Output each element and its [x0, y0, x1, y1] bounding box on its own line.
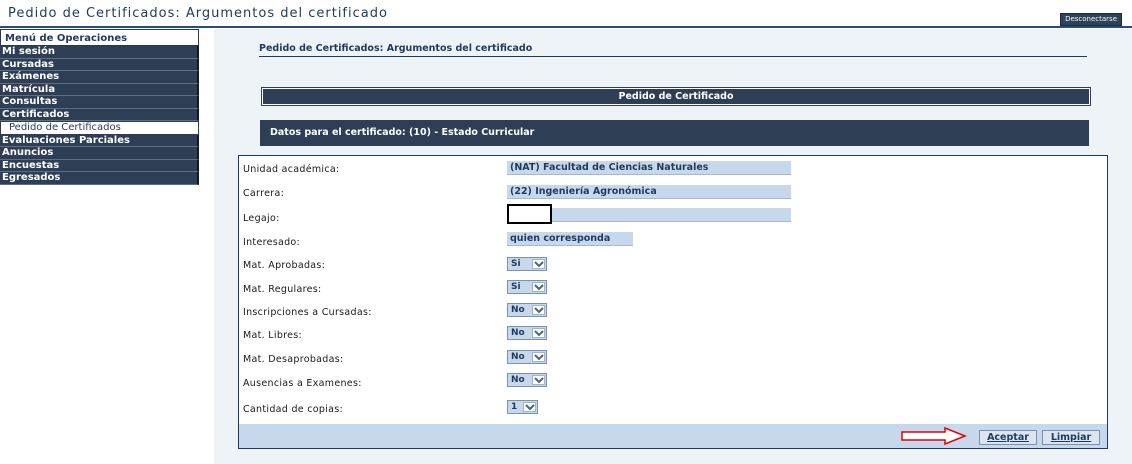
title-bar: Pedido de Certificados: Argumentos del c…	[0, 0, 1132, 28]
aprobadas-label: Mat. Aprobadas:	[243, 260, 326, 271]
chevron-down-icon	[532, 352, 545, 362]
aprobadas-select-value: Si	[511, 259, 521, 269]
form-button-bar: Aceptar Limpiar	[239, 424, 1107, 448]
interesado-value: quien corresponda	[507, 232, 633, 246]
red-arrow-icon	[901, 427, 967, 445]
title-divider	[0, 26, 1132, 28]
copias-select[interactable]: 1	[507, 400, 538, 414]
sidebar: Menú de Operaciones Mi sesión Cursadas E…	[0, 29, 199, 464]
libres-select-value: No	[511, 328, 525, 338]
desaprobadas-select[interactable]: No	[507, 350, 547, 364]
libres-select[interactable]: No	[507, 326, 547, 340]
chevron-down-icon	[523, 402, 536, 412]
sidebar-item-encuestas[interactable]: Encuestas	[0, 159, 199, 172]
desaprobadas-select-value: No	[511, 352, 525, 362]
regulares-select[interactable]: Si	[507, 280, 547, 294]
sidebar-item-pedido-de-certificados[interactable]: Pedido de Certificados	[0, 121, 199, 135]
sidebar-item-anuncios[interactable]: Anuncios	[0, 147, 199, 160]
inscripciones-label: Inscripciones a Cursadas:	[243, 307, 372, 318]
page-title: Pedido de Certificados: Argumentos del c…	[259, 43, 533, 54]
regulares-select-value: Si	[511, 282, 521, 292]
aprobadas-select[interactable]: Si	[507, 257, 547, 271]
inscripciones-select-value: No	[511, 305, 525, 315]
chevron-down-icon	[532, 375, 545, 385]
sidebar-item-matricula[interactable]: Matrícula	[0, 83, 199, 96]
inscripciones-select[interactable]: No	[507, 303, 547, 317]
logout-button[interactable]: Desconectarse	[1060, 13, 1122, 26]
ausencias-select[interactable]: No	[507, 373, 547, 387]
regulares-label: Mat. Regulares:	[243, 284, 322, 295]
chevron-down-icon	[532, 282, 545, 292]
unidad-value: (NAT) Facultad de Ciencias Naturales	[507, 161, 791, 175]
legajo-label: Legajo:	[243, 213, 280, 224]
sidebar-item-egresados[interactable]: Egresados	[0, 172, 199, 185]
accept-button[interactable]: Aceptar	[979, 430, 1037, 445]
sidebar-item-examenes[interactable]: Exámenes	[0, 71, 199, 84]
ausencias-label: Ausencias a Examenes:	[243, 378, 362, 389]
carrera-label: Carrera:	[243, 188, 285, 199]
copias-select-value: 1	[511, 402, 518, 412]
chevron-down-icon	[532, 259, 545, 269]
sidebar-item-mi-sesion[interactable]: Mi sesión	[0, 46, 199, 59]
legajo-input[interactable]	[507, 204, 552, 224]
clear-button[interactable]: Limpiar	[1042, 430, 1100, 445]
sidebar-item-cursadas[interactable]: Cursadas	[0, 58, 199, 71]
window-title: Pedido de Certificados: Argumentos del c…	[8, 6, 388, 21]
page-title-divider	[259, 56, 1087, 57]
certificate-form: Unidad académica: (NAT) Facultad de Cien…	[238, 155, 1108, 449]
sidebar-item-evaluaciones-parciales[interactable]: Evaluaciones Parciales	[0, 134, 199, 147]
main-content: Pedido de Certificados: Argumentos del c…	[214, 29, 1132, 464]
menu-header: Menú de Operaciones	[0, 29, 199, 46]
interesado-label: Interesado:	[243, 237, 301, 248]
sidebar-item-certificados[interactable]: Certificados	[0, 108, 199, 121]
sidebar-item-consultas[interactable]: Consultas	[0, 96, 199, 109]
libres-label: Mat. Libres:	[243, 330, 303, 341]
section-banner: Pedido de Certificado	[261, 87, 1091, 106]
carrera-value: (22) Ingeniería Agronómica	[507, 185, 791, 199]
copias-label: Cantidad de copias:	[243, 404, 344, 415]
desaprobadas-label: Mat. Desaprobadas:	[243, 354, 344, 365]
unidad-label: Unidad académica:	[243, 164, 340, 175]
ausencias-select-value: No	[511, 375, 525, 385]
chevron-down-icon	[532, 305, 545, 315]
certificate-data-header: Datos para el certificado: (10) - Estado…	[260, 120, 1089, 146]
chevron-down-icon	[532, 328, 545, 338]
